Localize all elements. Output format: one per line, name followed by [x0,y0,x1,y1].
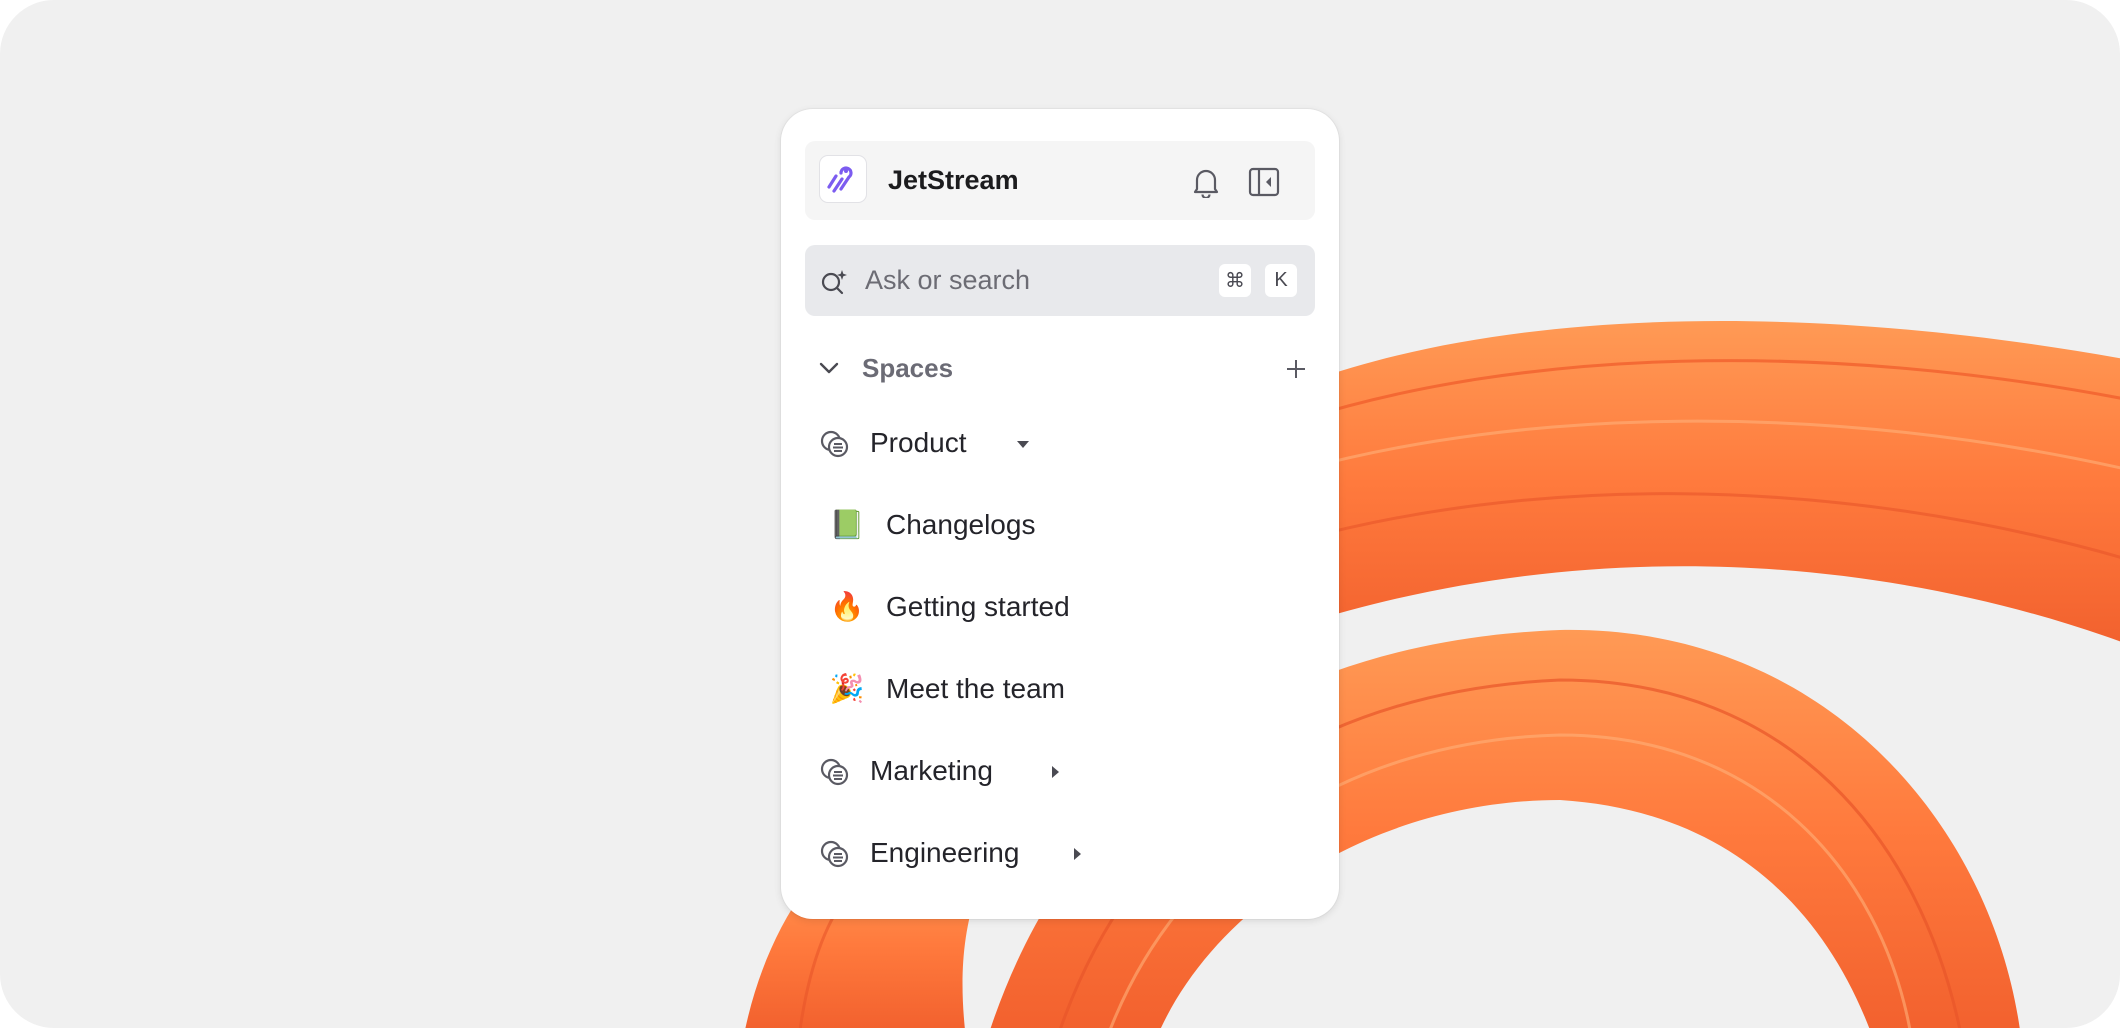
sidebar-panel: JetStream Ask or search ⌘ K Spaces Produ… [781,109,1339,919]
green-book-icon: 📗 [829,509,865,540]
space-item-label: Marketing [870,755,993,786]
bell-icon[interactable] [1189,165,1223,199]
spaces-label[interactable]: Spaces [862,337,953,399]
shortcut-cmd-key: ⌘ [1219,264,1251,297]
sidebar-collapse-icon[interactable] [1247,165,1281,199]
space-item-marketing[interactable]: Marketing [805,739,1315,803]
page-item-label: Changelogs [886,509,1036,540]
space-item-label: Engineering [870,837,1020,868]
space-icon [820,758,849,786]
search-placeholder: Ask or search [865,265,1031,295]
space-item-engineering[interactable]: Engineering [805,821,1315,885]
chevron-down-icon[interactable] [817,356,841,380]
workspace-header: JetStream [805,141,1315,220]
caret-right-icon[interactable] [1069,846,1085,862]
jetstream-logo-icon[interactable] [819,155,867,203]
page-item-label: Getting started [886,591,1070,622]
add-space-icon[interactable] [1283,356,1309,382]
app-canvas: JetStream Ask or search ⌘ K Spaces Produ… [0,0,2120,1028]
shortcut-k-key: K [1265,264,1297,297]
caret-down-icon[interactable] [1015,436,1031,452]
space-icon [820,430,849,458]
space-item-label: Product [870,427,967,458]
workspace-name[interactable]: JetStream [888,141,1019,220]
ai-search-icon [821,270,847,295]
space-icon [820,840,849,868]
spaces-section-header: Spaces [805,337,1315,399]
space-item-product[interactable]: Product [805,411,1315,475]
caret-right-icon[interactable] [1047,764,1063,780]
page-item-getting-started[interactable]: 🔥 Getting started [805,575,1315,639]
page-item-meet-the-team[interactable]: 🎉 Meet the team [805,657,1315,721]
search-input[interactable]: Ask or search ⌘ K [805,245,1315,316]
page-item-label: Meet the team [886,673,1065,704]
fire-icon: 🔥 [829,591,865,622]
page-item-changelogs[interactable]: 📗 Changelogs [805,493,1315,557]
party-popper-icon: 🎉 [829,673,865,704]
